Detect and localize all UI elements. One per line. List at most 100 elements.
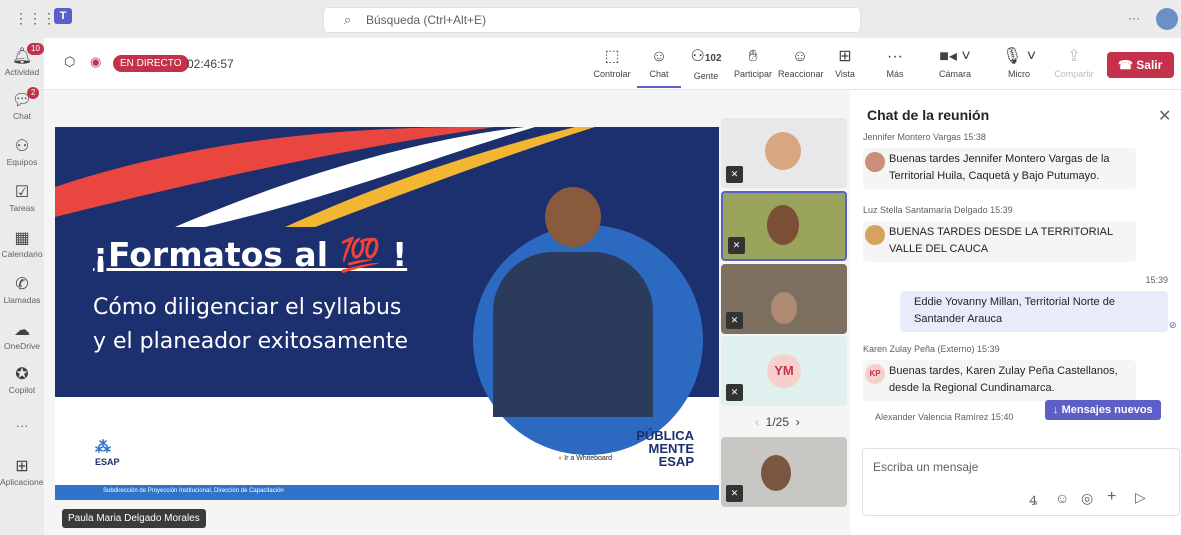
copilot-icon: ✪	[15, 366, 29, 383]
rail-label: Actividad	[4, 67, 40, 77]
camera-button[interactable]: ■◂ ˅ Cámara	[928, 48, 982, 79]
participant-initials: YM	[767, 354, 801, 388]
chat-message-own: 15:39 Eddie Yovanny Millan, Territorial …	[900, 272, 1168, 332]
rail-item-chat[interactable]: 💬︎ 2 Chat	[0, 87, 44, 121]
video-tile[interactable]: ✕	[721, 118, 847, 188]
mic-off-icon: ✕	[726, 312, 743, 329]
people-icon: ⚇102	[690, 48, 722, 65]
tb-label: Micro	[1008, 69, 1030, 79]
tile-pager[interactable]: ‹ 1/25 ›	[755, 415, 800, 429]
message-meta: 15:39	[1145, 275, 1168, 285]
rail-item-teams[interactable]: ⚇ Equipos	[0, 136, 44, 167]
participant-photo	[767, 205, 799, 245]
chat-message: Luz Stella Santamaría Delgado 15:39 BUEN…	[863, 202, 1136, 262]
rail-item-activity[interactable]: 🔔︎ 10 Actividad	[0, 43, 44, 77]
rail-label: Chat	[13, 111, 31, 121]
whiteboard-link[interactable]: ● Ir a Whiteboard	[558, 455, 612, 462]
rail-item-tasks[interactable]: ☑ Tareas	[0, 182, 44, 213]
emoji-icon[interactable]: ☺	[1055, 490, 1069, 506]
tb-label: Más	[886, 69, 904, 79]
raise-hand-button[interactable]: ✋︎ Participar	[731, 48, 775, 79]
video-tile[interactable]: ✕	[721, 264, 847, 334]
message-meta: Alexander Valencia Ramírez 15:40	[875, 412, 1014, 422]
people-button[interactable]: ⚇102 Gente	[684, 48, 728, 81]
participant-photo	[761, 455, 791, 491]
publica-mente-logo: PÚBLICA MENTE ESAP	[636, 428, 694, 469]
chevron-left-icon[interactable]: ‹	[755, 415, 759, 429]
rail-label: Aplicaciones	[0, 477, 48, 487]
new-messages-button[interactable]: ↓ Mensajes nuevos	[1045, 400, 1161, 420]
view-button[interactable]: ⊞ Vista	[823, 48, 867, 79]
search-input[interactable]: ⌕ Búsqueda (Ctrl+Alt+E)	[323, 7, 861, 33]
search-icon: ⌕	[344, 12, 352, 27]
avatar[interactable]	[1156, 8, 1178, 30]
video-tile[interactable]: ✕	[721, 437, 847, 507]
person-body	[493, 252, 653, 417]
logo-text: ESAP	[95, 457, 120, 467]
mic-off-icon: ✕	[726, 485, 743, 502]
more-options-icon[interactable]: ···	[1128, 11, 1140, 25]
message-meta: Karen Zulay Peña (Externo) 15:39	[863, 344, 1000, 354]
rail-item-more[interactable]: ···	[0, 418, 44, 433]
chat-icon: 💬︎ 2	[0, 87, 44, 110]
video-tile-active[interactable]: ✕	[721, 191, 847, 261]
app-rail: 🔔︎ 10 Actividad 💬︎ 2 Chat ⚇ Equipos ☑ Tareas ▦…	[0, 38, 48, 535]
mic-off-icon: ✕	[728, 237, 745, 254]
slide-subtitle-line: Cómo diligenciar el syllabus	[93, 295, 402, 320]
plus-icon[interactable]: +	[1107, 488, 1116, 506]
more-icon: ···	[887, 48, 903, 65]
close-icon[interactable]: ✕	[1158, 106, 1171, 126]
chat-badge: 2	[27, 87, 40, 99]
rail-item-copilot[interactable]: ✪ Copilot	[0, 364, 44, 395]
arrow-down-icon: ↓	[1053, 404, 1062, 416]
mic-off-icon: 🎙︎ ˅	[1001, 48, 1037, 65]
mic-button[interactable]: 🎙︎ ˅ Micro	[992, 48, 1046, 79]
rail-label: Equipos	[6, 157, 38, 167]
react-button[interactable]: ☺ Reaccionar	[778, 48, 824, 79]
send-icon[interactable]: ▷	[1135, 489, 1146, 506]
rail-label: Llamadas	[3, 295, 41, 305]
chevron-right-icon[interactable]: ›	[796, 415, 800, 429]
app-launcher-icon[interactable]: ⋮⋮⋮	[14, 10, 56, 27]
message-text: BUENAS TARDES DESDE LA TERRITORIAL VALLE…	[889, 226, 1113, 255]
chat-button[interactable]: ☺ Chat	[637, 48, 681, 88]
slide-title: ¡Formatos al 💯 !	[93, 235, 408, 274]
rail-item-apps[interactable]: ⊞ Aplicaciones	[0, 456, 48, 487]
smiley-icon: ☺	[791, 48, 809, 65]
phone-hangup-icon: ☎	[1118, 58, 1137, 72]
teams-logo-icon: T	[54, 8, 72, 24]
chat-message: Karen Zulay Peña (Externo) 15:39 KP Buena…	[863, 341, 1136, 401]
loop-icon[interactable]: ◎	[1081, 490, 1093, 507]
tb-label: Chat	[649, 69, 669, 79]
message-text: Buenas tardes Jennifer Montero Vargas de…	[889, 153, 1110, 182]
message-text: Eddie Yovanny Millan, Territorial Norte …	[914, 296, 1115, 325]
whiteboard-label: Ir a Whiteboard	[564, 455, 613, 462]
presenter-name: Paula Maria Delgado Morales	[62, 509, 206, 528]
format-icon[interactable]: Ꜯ	[1029, 491, 1037, 509]
rail-item-onedrive[interactable]: ☁ OneDrive	[0, 320, 44, 351]
video-tile[interactable]: YM ✕	[721, 336, 847, 406]
control-button[interactable]: ⬚ Controlar	[590, 48, 634, 79]
tb-label: Compartir	[1054, 69, 1094, 79]
title-bar: ⋮⋮⋮ T ⌕ Búsqueda (Ctrl+Alt+E) ···	[0, 0, 1181, 38]
more-button[interactable]: ··· Más	[873, 48, 917, 79]
slide-footer: Subdirección de Proyección Institucional…	[55, 485, 719, 500]
leave-button[interactable]: ☎ Salir	[1107, 52, 1174, 78]
rail-item-calendar[interactable]: ▦ Calendario	[0, 228, 44, 259]
chat-message: Alexander Valencia Ramírez 15:40	[875, 409, 1013, 428]
mic-off-icon: ✕	[726, 384, 743, 401]
tb-label: Reaccionar	[778, 69, 824, 79]
rail-item-calls[interactable]: ✆ Llamadas	[0, 274, 44, 305]
shield-icon: ⬡	[64, 54, 76, 69]
share-button[interactable]: ⇪ Compartir	[1052, 48, 1096, 79]
new-messages-label: Mensajes nuevos	[1061, 404, 1153, 416]
more-icon: ···	[15, 418, 29, 433]
compose-placeholder: Escriba un mensaje	[873, 460, 979, 474]
bell-icon: 🔔︎ 10	[0, 43, 44, 66]
recording-icon: ◉	[90, 54, 102, 69]
phone-icon: ✆	[15, 276, 29, 293]
grid-icon: ⊞	[838, 48, 852, 65]
compose-box[interactable]: Escriba un mensaje Ꜯ ☺ ◎ + ▷	[862, 448, 1180, 516]
slide-subtitle: Cómo diligenciar el syllabus y el planead…	[93, 291, 408, 359]
message-meta: Luz Stella Santamaría Delgado 15:39	[863, 205, 1013, 215]
